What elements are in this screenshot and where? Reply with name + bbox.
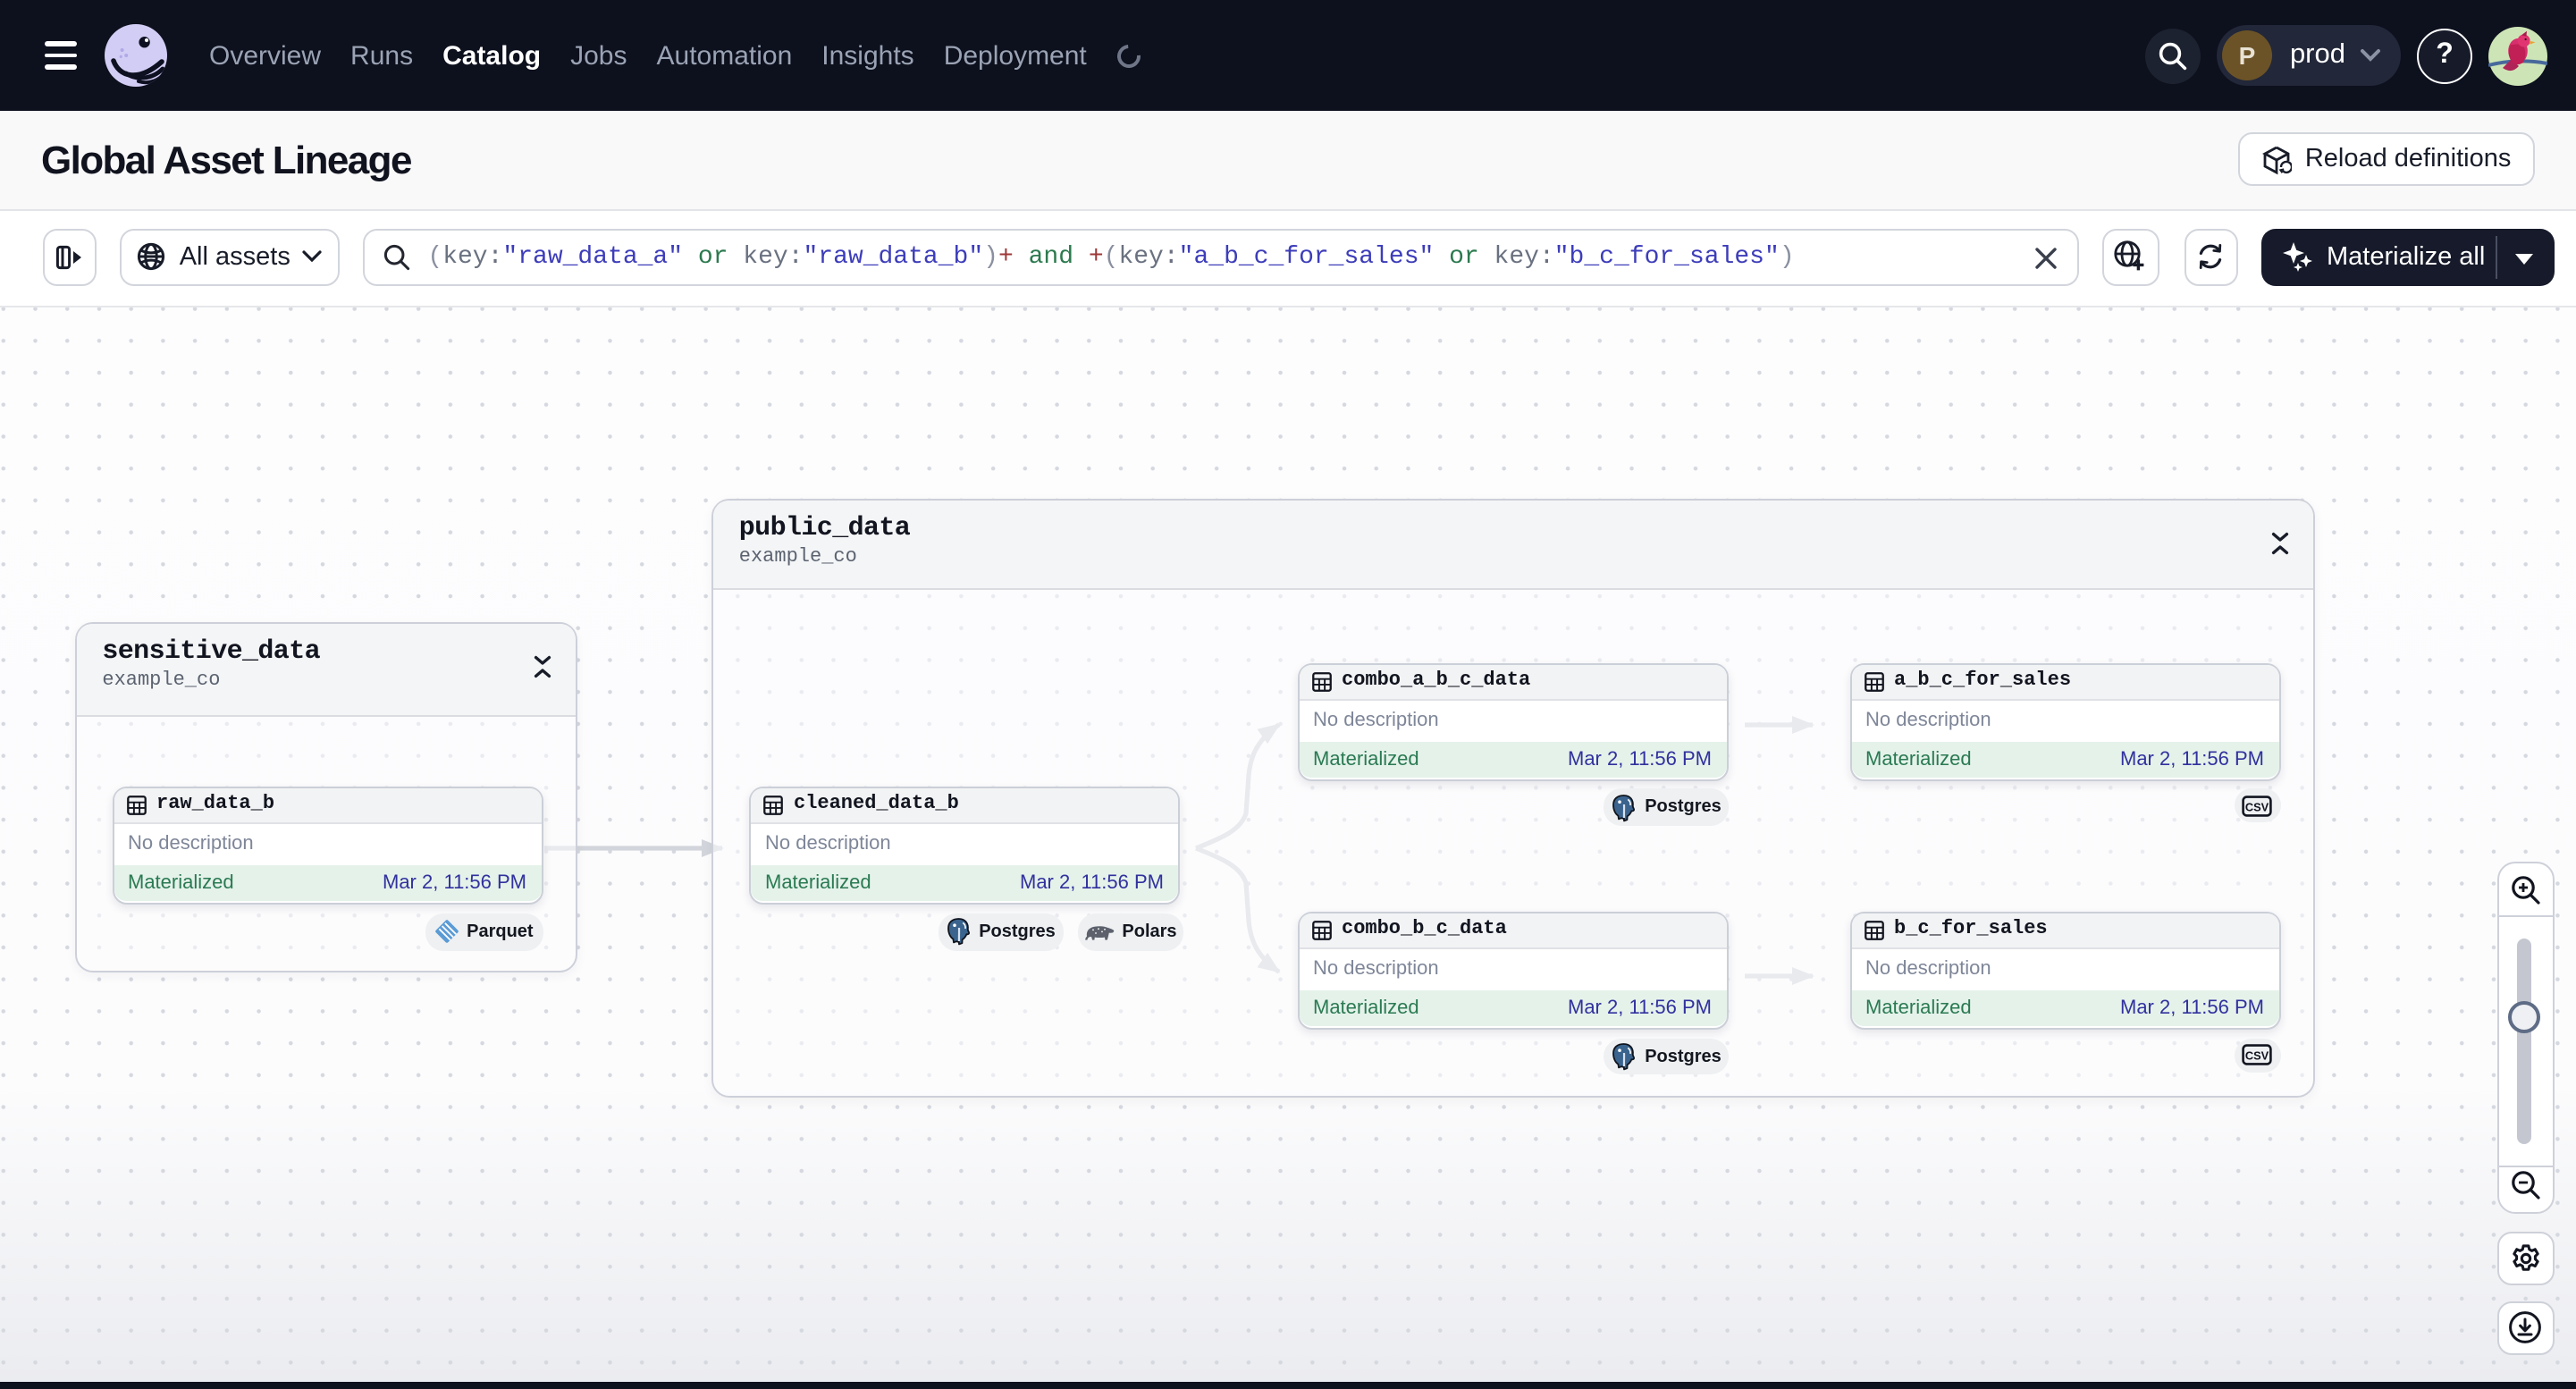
svg-text:CSV: CSV	[2245, 800, 2269, 813]
svg-text:CSV: CSV	[2245, 1049, 2269, 1063]
